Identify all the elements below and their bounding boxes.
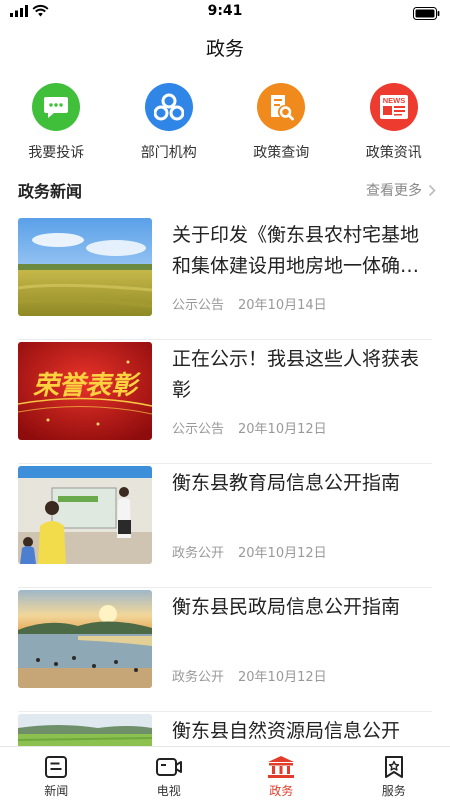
news-item[interactable]: 衡东县民政局信息公开指南 政务公开 20年10月12日 — [18, 588, 432, 712]
tab-news[interactable]: 新闻 — [0, 747, 113, 800]
quick-action-complaint[interactable]: 我要投诉 — [0, 83, 113, 162]
tab-label: 政务 — [269, 784, 294, 798]
tv-tab-icon — [155, 758, 182, 776]
status-bar: 9:41 — [0, 0, 450, 24]
status-time: 9:41 — [207, 3, 243, 19]
news-meta: 政务公开 20年10月12日 — [172, 542, 327, 561]
news-category: 公示公告 — [172, 298, 225, 313]
quick-actions: 我要投诉 部门机构 政策查询 NEWS 政策资讯 — [0, 83, 450, 162]
tab-label: 服务 — [381, 784, 406, 798]
news-list: 关于印发《衡东县农村宅基地和集体建设用地房地一体确权登记颁证工作实施方案》的通知… — [18, 216, 432, 800]
government-building-icon — [268, 756, 295, 778]
news-date: 20年10月12日 — [238, 422, 327, 437]
news-title: 关于印发《衡东县农村宅基地和集体建设用地房地一体确权登记颁证工作实施方案》的通知 — [172, 224, 420, 277]
section-header: 政务新闻 查看更多 — [18, 178, 436, 202]
quick-action-policy-query[interactable]: 政策查询 — [225, 83, 338, 162]
news-date: 20年10月14日 — [238, 298, 327, 313]
news-item[interactable]: 衡东县教育局信息公开指南 政务公开 20年10月12日 — [18, 464, 432, 588]
tab-label: 电视 — [156, 784, 181, 798]
news-thumbnail — [18, 218, 152, 316]
news-category: 政务公开 — [172, 670, 225, 685]
quick-action-label: 政策查询 — [253, 145, 310, 161]
news-icon: NEWS — [369, 83, 418, 131]
section-title: 政务新闻 — [18, 182, 83, 201]
tab-government[interactable]: 政务 — [225, 747, 338, 800]
news-meta: 政务公开 20年10月12日 — [172, 666, 327, 685]
news-title: 衡东县教育局信息公开指南 — [172, 472, 401, 494]
news-title: 正在公示！我县这些人将获表彰 — [172, 348, 420, 401]
svg-text:NEWS: NEWS — [383, 96, 406, 105]
news-title: 衡东县自然资源局信息公开 — [172, 720, 401, 742]
news-meta: 公示公告 20年10月14日 — [172, 294, 327, 313]
tab-service[interactable]: 服务 — [338, 747, 450, 800]
view-more-label: 查看更多 — [366, 183, 422, 199]
news-category: 政务公开 — [172, 546, 225, 561]
view-more-link[interactable]: 查看更多 — [366, 180, 436, 200]
news-item[interactable]: 荣誉表彰 正在公示！我县这些人将获表彰 公示公告 20年10月12日 — [18, 340, 432, 464]
news-category: 公示公告 — [172, 422, 225, 437]
document-search-icon — [257, 83, 306, 131]
news-date: 20年10月12日 — [238, 546, 327, 561]
news-tab-icon — [45, 756, 68, 778]
quick-action-label: 我要投诉 — [28, 145, 85, 161]
tab-label: 新闻 — [44, 784, 69, 798]
tab-tv[interactable]: 电视 — [113, 747, 226, 800]
bottom-tab-bar: 新闻 电视 政务 服务 — [0, 746, 450, 800]
news-date: 20年10月12日 — [238, 670, 327, 685]
news-meta: 公示公告 20年10月12日 — [172, 418, 327, 437]
honor-banner-text: 荣誉表彰 — [33, 371, 141, 401]
chat-bubble-icon — [32, 83, 81, 131]
battery-icon — [413, 5, 440, 24]
news-thumbnail — [18, 590, 152, 688]
news-title: 衡东县民政局信息公开指南 — [172, 596, 401, 618]
news-item[interactable]: 关于印发《衡东县农村宅基地和集体建设用地房地一体确权登记颁证工作实施方案》的通知… — [18, 216, 432, 340]
service-tab-icon — [384, 756, 403, 778]
news-thumbnail: 荣誉表彰 — [18, 342, 152, 440]
quick-action-policy-news[interactable]: NEWS 政策资讯 — [338, 83, 450, 162]
quick-action-departments[interactable]: 部门机构 — [113, 83, 226, 162]
quick-action-label: 部门机构 — [140, 145, 197, 161]
organization-icon — [144, 83, 193, 131]
quick-action-label: 政策资讯 — [365, 145, 422, 161]
page-title: 政务 — [205, 38, 244, 60]
chevron-right-icon — [428, 184, 436, 196]
news-thumbnail — [18, 466, 152, 564]
